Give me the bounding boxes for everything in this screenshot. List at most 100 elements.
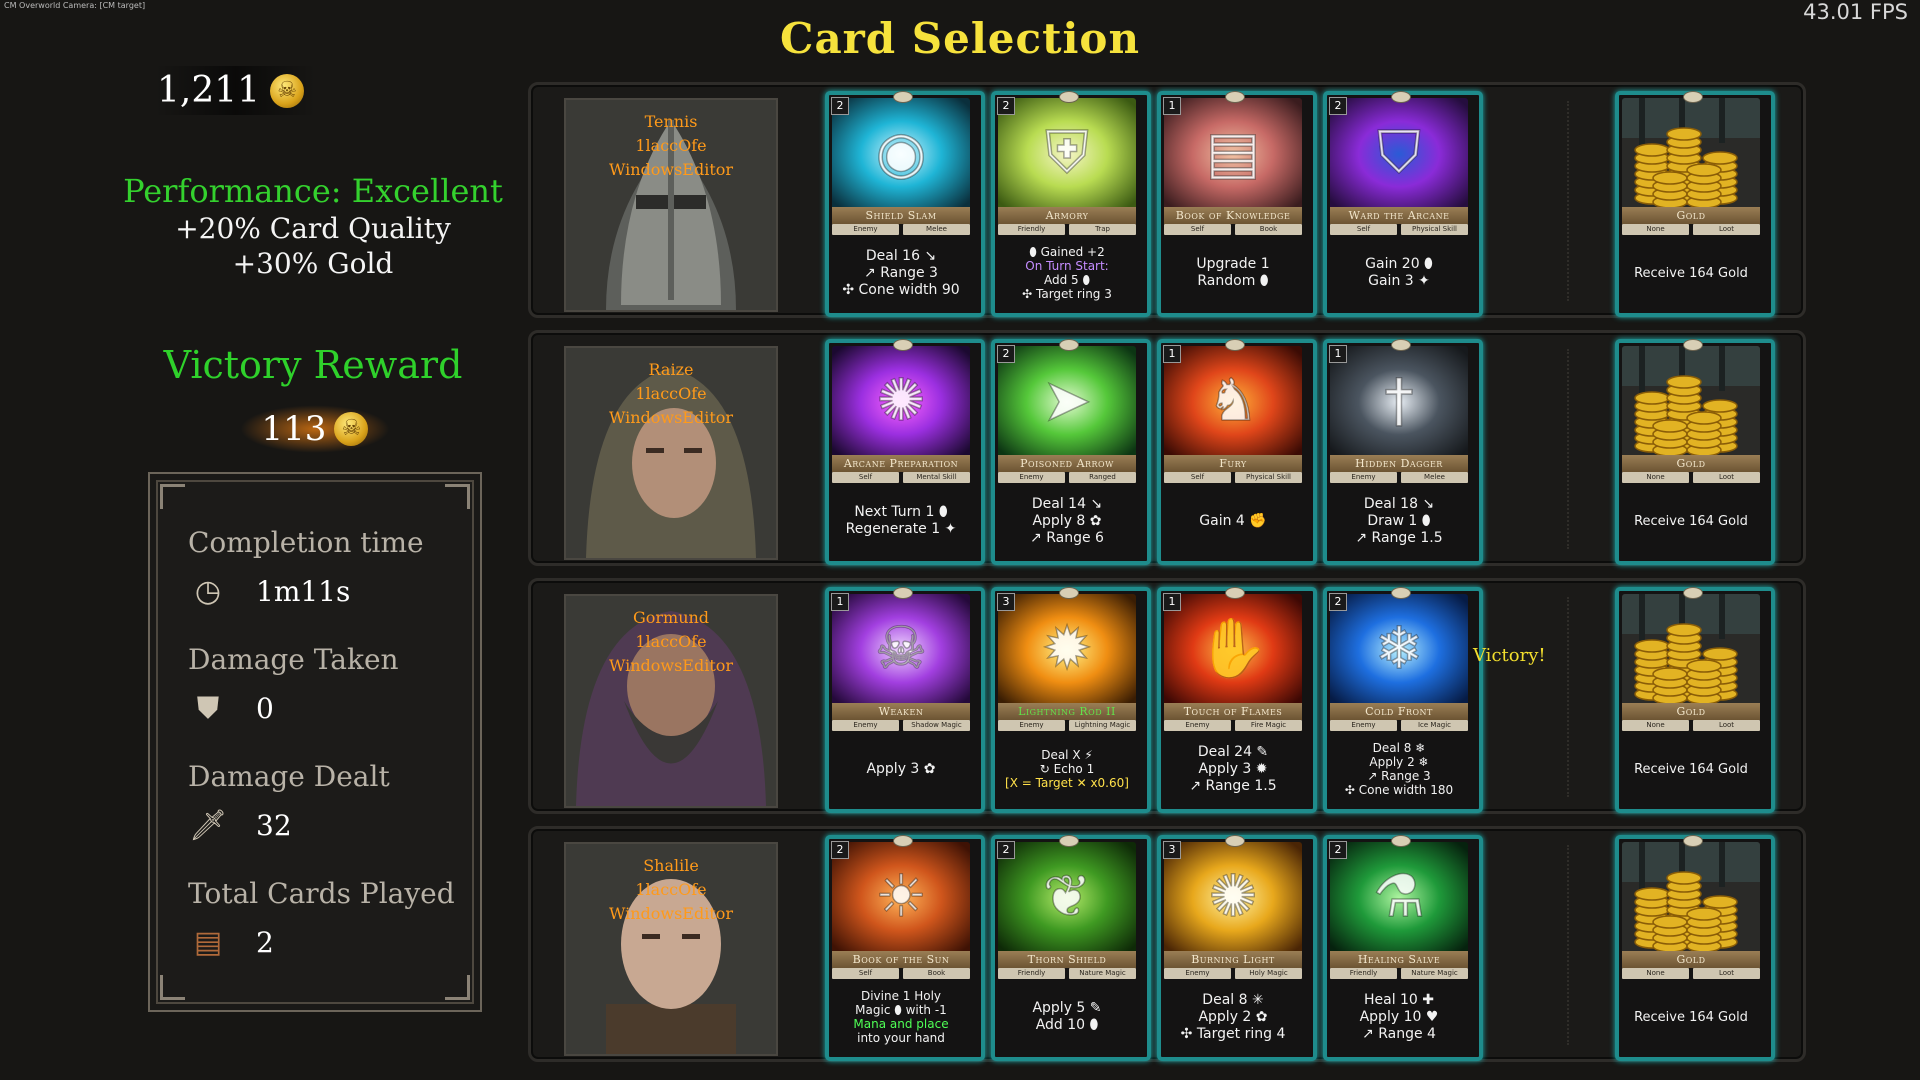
hero-portrait: Tennis 1laccOfe WindowsEditor <box>564 98 778 312</box>
svg-text:◉: ◉ <box>876 118 927 186</box>
card-tag: Ranged <box>1069 472 1136 483</box>
card-tags: Self Book <box>1164 224 1302 235</box>
card-gem-icon <box>1391 587 1411 599</box>
card-cost: 2 <box>831 97 849 115</box>
hero-name-label: Gormund 1laccOfe WindowsEditor <box>566 606 776 678</box>
card-option[interactable]: 3 ✹ Lightning Rod II Enemy Lightning Magic De… <box>991 587 1151 813</box>
card-art: ➤ <box>998 346 1136 458</box>
card-gem-icon <box>893 91 913 103</box>
card-tag: Melee <box>1401 472 1468 483</box>
card-gem-icon <box>1683 91 1703 103</box>
hero-editor: WindowsEditor <box>608 656 734 675</box>
card-tags: Enemy Ice Magic <box>1330 720 1468 731</box>
card-name: Hidden Dagger <box>1330 455 1468 472</box>
card-option[interactable]: 1 ☠ Weaken Enemy Shadow Magic Apply 3 ✿ <box>825 587 985 813</box>
gold-card-option[interactable]: Gold None Loot Receive 164 Gold <box>1615 835 1775 1061</box>
card-tag: Enemy <box>1330 472 1397 483</box>
frame-corner <box>160 975 185 1000</box>
card-option[interactable]: 2 ◉ Shield Slam Enemy Melee Deal 16 ↘ ↗ Range … <box>825 91 985 317</box>
card-effect-line: Heal 10 ✚ <box>1363 991 1435 1008</box>
svg-text:⛉: ⛉ <box>1377 118 1421 186</box>
card-option[interactable]: 2 ⛨ Armory Friendly Trap ⬮ Gained +2 On Turn S… <box>991 91 1151 317</box>
gold-bonus: +30% Gold <box>232 247 394 280</box>
card-effect-line: Apply 10 ♥ <box>1359 1008 1439 1025</box>
svg-text:☀: ☀ <box>875 862 927 930</box>
card-art: † <box>1330 346 1468 458</box>
card-effect-line: Divine 1 Holy <box>860 989 942 1003</box>
card-name: Book of the Sun <box>832 951 970 968</box>
hero-editor: WindowsEditor <box>608 408 734 427</box>
stats-panel: Completion time ◷ 1m11s Damage Taken ⛊ 0… <box>148 472 482 1012</box>
card-effect-line: ✣ Cone width 180 <box>1344 783 1454 797</box>
card-tags: Enemy Shadow Magic <box>832 720 970 731</box>
card-option[interactable]: 1 † Hidden Dagger Enemy Melee Deal 18 ↘ Draw 1… <box>1323 339 1483 565</box>
card-tag: None <box>1622 968 1689 979</box>
card-option[interactable]: 3 ✺ Burning Light Enemy Holy Magic Deal 8 ✳ Ap… <box>1157 835 1317 1061</box>
card-effect-line: Deal 24 ✎ <box>1197 743 1269 760</box>
card-effect-line: ↗ Range 3 <box>1367 769 1431 783</box>
card-effect-line: ↻ Echo 1 <box>1039 762 1095 776</box>
card-option[interactable]: 2 ❄ Cold Front Enemy Ice Magic Deal 8 ❄ Apply … <box>1323 587 1483 813</box>
card-gem-icon <box>1059 587 1079 599</box>
card-effect-line: ✣ Target ring 4 <box>1180 1025 1286 1042</box>
stat-cards-played: Total Cards Played ▤ 2 <box>188 877 455 962</box>
card-option[interactable]: 2 ⚗ Healing Salve Friendly Nature Magic Heal … <box>1323 835 1483 1061</box>
gold-card-option[interactable]: Gold None Loot Receive 164 Gold <box>1615 91 1775 317</box>
hero-id: 1laccOfe <box>635 136 707 155</box>
card-name: Ward the Arcane <box>1330 207 1468 224</box>
card-gem-icon <box>1391 835 1411 847</box>
card-effect-line: Apply 2 ✿ <box>1198 1008 1268 1025</box>
card-option[interactable]: 2 ⛉ Ward the Arcane Self Physical Skill Gain … <box>1323 91 1483 317</box>
card-tags: Self Mental Skill <box>832 472 970 483</box>
card-name: Gold <box>1622 951 1760 968</box>
card-description: Receive 164 Gold <box>1622 982 1760 1052</box>
hero-name-label: Tennis 1laccOfe WindowsEditor <box>566 110 776 182</box>
card-art: ❦ <box>998 842 1136 954</box>
card-effect-line: ↗ Range 6 <box>1030 529 1104 546</box>
card-name: Burning Light <box>1164 951 1302 968</box>
card-description: Receive 164 Gold <box>1622 734 1760 804</box>
card-name: Cold Front <box>1330 703 1468 720</box>
card-tag: None <box>1622 720 1689 731</box>
stat-label: Completion time <box>188 526 424 559</box>
card-option[interactable]: 2 ❦ Thorn Shield Friendly Nature Magic Apply … <box>991 835 1151 1061</box>
card-tag: Book <box>903 968 970 979</box>
clock-icon: ◷ <box>194 573 222 609</box>
card-effect-line: [X = Target ✕ x0.60] <box>1005 776 1129 790</box>
hero-name-label: Shalile 1laccOfe WindowsEditor <box>566 854 776 926</box>
card-cost: 2 <box>831 841 849 859</box>
card-tags: None Loot <box>1622 472 1760 483</box>
card-option[interactable]: 1 ✋ Touch of Flames Enemy Fire Magic Deal 24 … <box>1157 587 1317 813</box>
card-art: ✺ <box>832 346 970 458</box>
card-effect-line: Apply 3 ✿ <box>866 760 936 777</box>
card-option[interactable]: ✺ Arcane Preparation Self Mental Skill Next … <box>825 339 985 565</box>
card-option[interactable]: 1 ♞ Fury Self Physical Skill Gain 4 ✊ <box>1157 339 1317 565</box>
gold-card-option[interactable]: Gold None Loot Receive 164 Gold <box>1615 339 1775 565</box>
debug-camera-label: CM Overworld Camera: [CM target] <box>4 1 146 10</box>
card-tag: Self <box>832 472 899 483</box>
card-option[interactable]: 2 ➤ Poisoned Arrow Enemy Ranged Deal 14 ↘ Appl… <box>991 339 1151 565</box>
card-option[interactable]: 2 ☀ Book of the Sun Self Book Divine 1 Holy Ma… <box>825 835 985 1061</box>
gold-coins-art <box>1622 346 1760 458</box>
card-tag: Enemy <box>998 472 1065 483</box>
card-description: ⬮ Gained +2 On Turn Start: Add 5 ⬮ ✣ Target… <box>998 238 1136 308</box>
row-divider <box>1567 845 1571 1045</box>
skull-coin-icon <box>270 73 305 108</box>
gold-total: 1,211 <box>155 66 317 115</box>
card-description: Deal 18 ↘ Draw 1 ⬮ ↗ Range 1.5 <box>1330 486 1468 556</box>
card-tags: Enemy Holy Magic <box>1164 968 1302 979</box>
card-effect-line: Gain 3 ✦ <box>1368 273 1430 289</box>
stat-label: Total Cards Played <box>188 877 455 910</box>
stat-value: 32 <box>256 808 292 842</box>
card-effect-line: Deal 16 ↘ <box>865 247 937 264</box>
card-option[interactable]: 1 ▤ Book of Knowledge Self Book Upgrade 1 Rand… <box>1157 91 1317 317</box>
card-effect-line: Gain 4 ✊ <box>1199 512 1267 529</box>
card-tag: Mental Skill <box>903 472 970 483</box>
performance-summary: Performance: Excellent +20% Card Quality… <box>112 172 514 280</box>
card-tags: None Loot <box>1622 968 1760 979</box>
gold-card-option[interactable]: Gold None Loot Receive 164 Gold <box>1615 587 1775 813</box>
hero-name: Shalile <box>643 856 699 875</box>
card-tag: Fire Magic <box>1235 720 1302 731</box>
card-tag: Melee <box>903 224 970 235</box>
card-effect-line: ↗ Range 3 <box>864 264 938 281</box>
